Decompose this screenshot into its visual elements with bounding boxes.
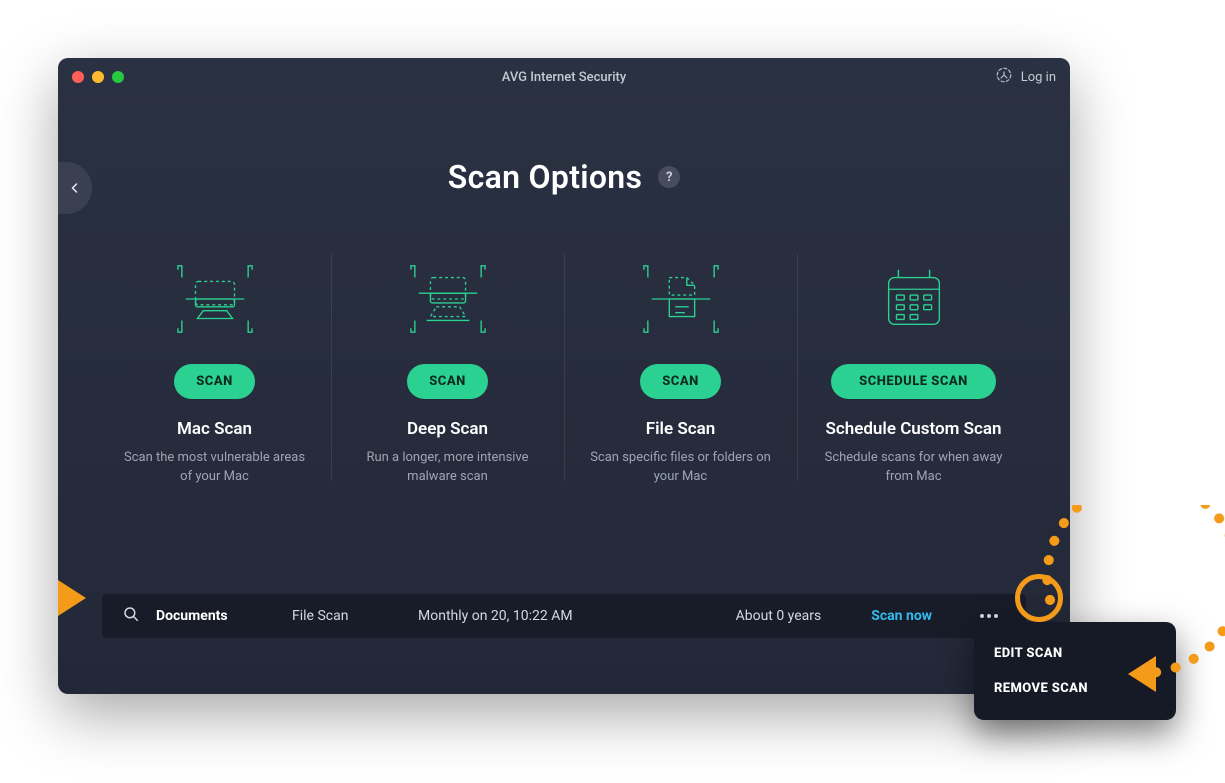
deep-scan-icon — [355, 260, 540, 338]
calendar-icon — [821, 260, 1006, 338]
schedule-scan-desc: Schedule scans for when away from Mac — [821, 449, 1006, 487]
deep-scan-button[interactable]: SCAN — [407, 364, 488, 399]
scan-now-link[interactable]: Scan now — [871, 608, 932, 624]
file-scan-button[interactable]: SCAN — [640, 364, 721, 399]
mac-scan-card: SCAN Mac Scan Scan the most vulnerable a… — [98, 260, 331, 487]
window-title: AVG Internet Security — [58, 70, 1070, 85]
deep-scan-desc: Run a longer, more intensive malware sca… — [355, 449, 540, 487]
page-title-row: Scan Options ? — [58, 158, 1070, 196]
schedule-scan-title: Schedule Custom Scan — [821, 419, 1006, 439]
annotation-arrow-right — [1128, 656, 1156, 692]
app-window: AVG Internet Security Log in Scan Option… — [58, 58, 1070, 694]
file-scan-icon — [588, 260, 773, 338]
file-scan-card: SCAN File Scan Scan specific files or fo… — [564, 260, 797, 487]
annotation-circle — [1015, 574, 1063, 622]
deep-scan-title: Deep Scan — [355, 419, 540, 439]
scheduled-scan-name: Documents — [156, 608, 276, 624]
ellipsis-icon — [979, 613, 999, 619]
file-scan-title: File Scan — [588, 419, 773, 439]
mac-scan-title: Mac Scan — [122, 419, 307, 439]
schedule-scan-button[interactable]: SCHEDULE SCAN — [831, 364, 996, 399]
magnifier-icon — [122, 605, 140, 627]
help-icon[interactable]: ? — [658, 166, 680, 188]
titlebar: AVG Internet Security Log in — [58, 58, 1070, 96]
scheduled-scan-age: About 0 years — [736, 608, 822, 624]
mac-scan-icon — [122, 260, 307, 338]
mac-scan-desc: Scan the most vulnerable areas of your M… — [122, 449, 307, 487]
deep-scan-card: SCAN Deep Scan Run a longer, more intens… — [331, 260, 564, 487]
scheduled-scan-row: Documents File Scan Monthly on 20, 10:22… — [102, 594, 1026, 638]
schedule-scan-card: SCHEDULE SCAN Schedule Custom Scan Sched… — [797, 260, 1030, 487]
scheduled-scan-schedule: Monthly on 20, 10:22 AM — [418, 608, 573, 624]
mac-scan-button[interactable]: SCAN — [174, 364, 255, 399]
file-scan-desc: Scan specific files or folders on your M… — [588, 449, 773, 487]
page-title: Scan Options — [448, 158, 642, 196]
scheduled-scan-type: File Scan — [292, 608, 392, 624]
scan-options-grid: SCAN Mac Scan Scan the most vulnerable a… — [58, 260, 1070, 487]
annotation-arrow-left — [58, 580, 86, 616]
